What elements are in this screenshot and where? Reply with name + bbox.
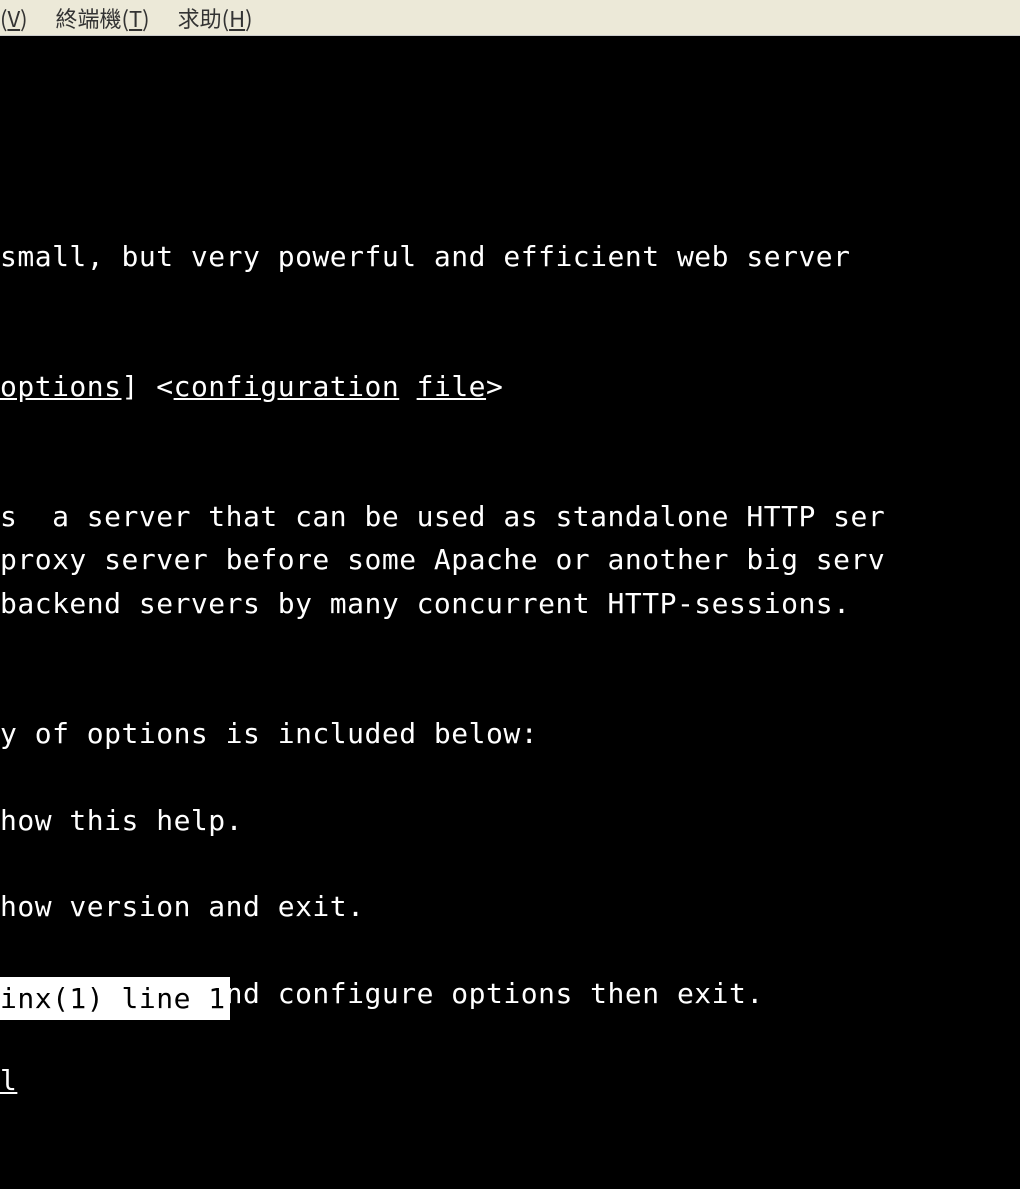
synopsis-file: file bbox=[417, 370, 486, 403]
manpage-content: small, but very powerful and efficient w… bbox=[0, 104, 1020, 1102]
desc-line-2: proxy server before some Apache or anoth… bbox=[0, 543, 885, 576]
terminal[interactable]: small, but very powerful and efficient w… bbox=[0, 36, 1020, 1020]
name-line: small, but very powerful and efficient w… bbox=[0, 240, 851, 273]
pager-statusline: inx(1) line 1 bbox=[0, 977, 230, 1020]
option-last: l bbox=[0, 1064, 17, 1097]
option-help: how this help. bbox=[0, 804, 243, 837]
synopsis-options: options bbox=[0, 370, 122, 403]
menubar: (V) 終端機(T) 求助(H) bbox=[0, 0, 1020, 36]
menu-view[interactable]: (V) bbox=[0, 2, 28, 34]
menu-help[interactable]: 求助(H) bbox=[178, 2, 253, 34]
option-version: how version and exit. bbox=[0, 890, 365, 923]
desc-line-1: s a server that can be used as standalon… bbox=[0, 500, 885, 533]
synopsis-configuration: configuration bbox=[174, 370, 400, 403]
menu-terminal[interactable]: 終端機(T) bbox=[56, 2, 150, 34]
desc-line-3: backend servers by many concurrent HTTP-… bbox=[0, 587, 851, 620]
options-intro: y of options is included below: bbox=[0, 717, 538, 750]
